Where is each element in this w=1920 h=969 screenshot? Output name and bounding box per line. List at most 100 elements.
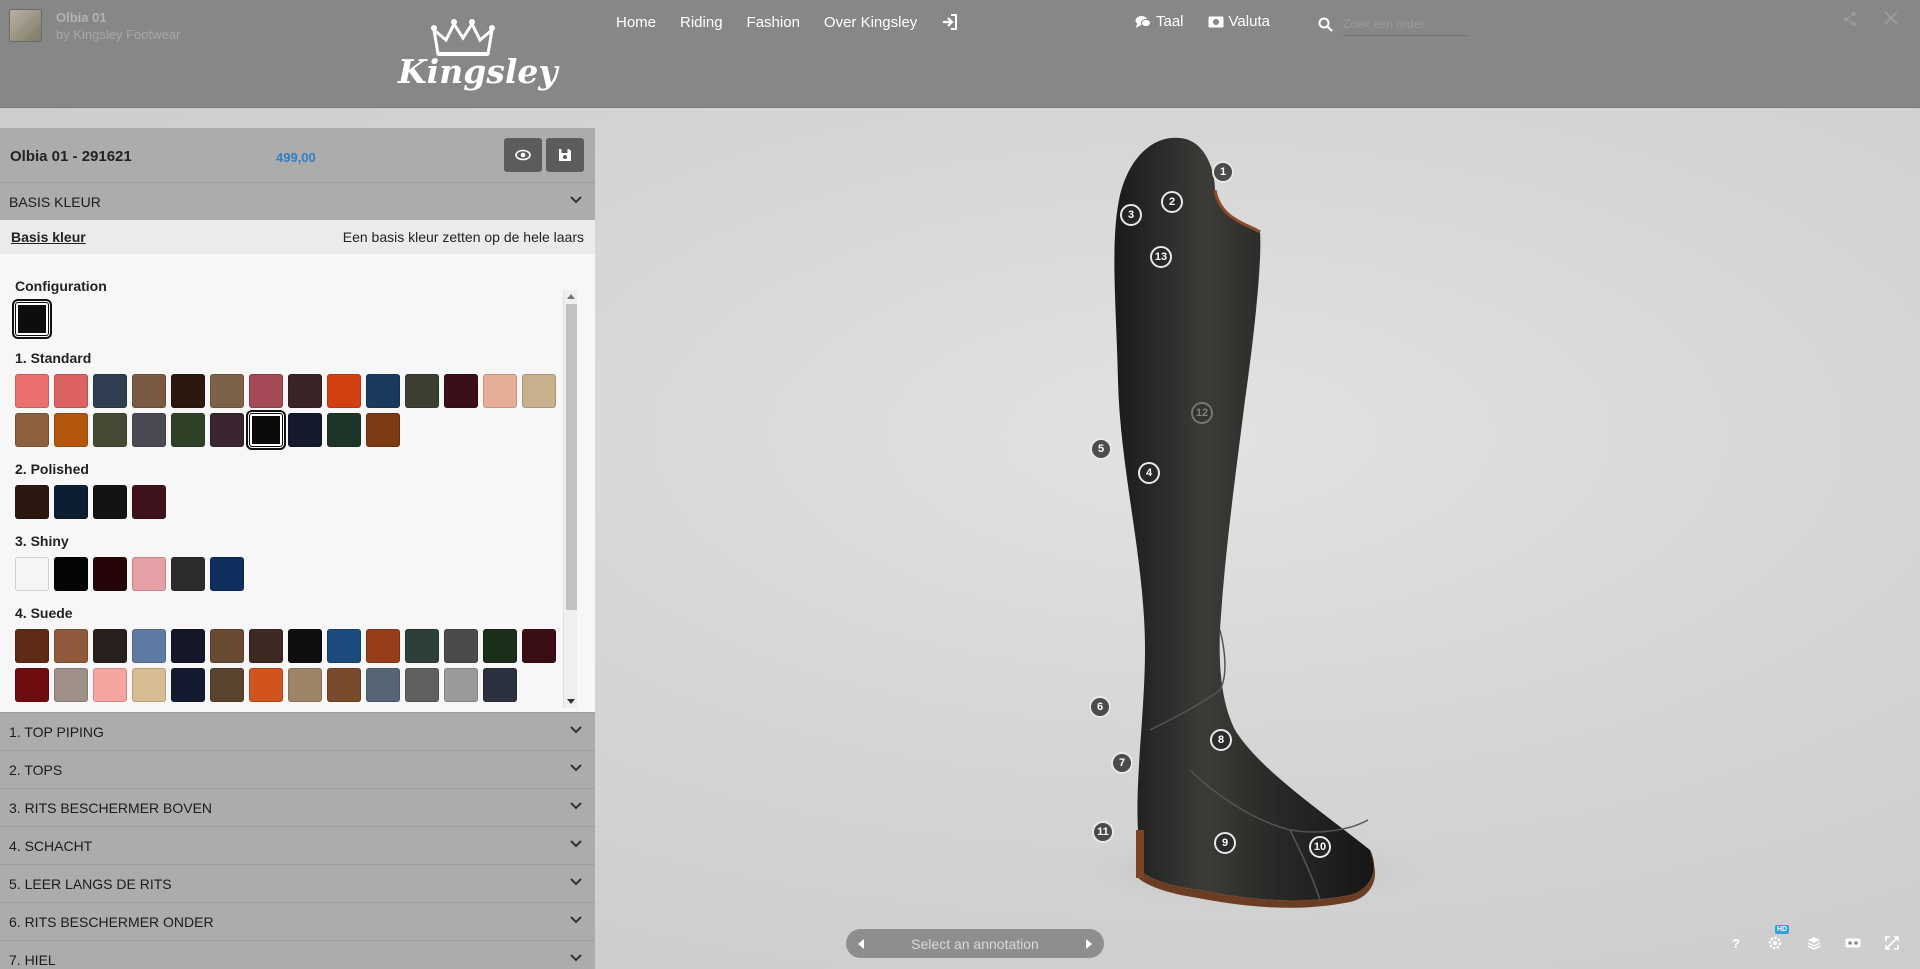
color-swatch[interactable] xyxy=(366,629,400,663)
color-swatch[interactable] xyxy=(249,374,283,408)
annotation-7[interactable]: 7 xyxy=(1111,752,1133,774)
color-swatch[interactable] xyxy=(54,557,88,591)
color-swatch[interactable] xyxy=(288,629,322,663)
annotation-6[interactable]: 6 xyxy=(1089,696,1111,718)
color-swatch[interactable] xyxy=(15,413,49,447)
close-icon[interactable] xyxy=(1882,9,1900,27)
color-swatch[interactable] xyxy=(405,629,439,663)
color-swatch[interactable] xyxy=(93,374,127,408)
color-swatch[interactable] xyxy=(210,629,244,663)
color-swatch[interactable] xyxy=(522,629,556,663)
color-swatch[interactable] xyxy=(327,629,361,663)
color-swatch[interactable] xyxy=(405,374,439,408)
section-basis-kleur[interactable]: BASIS KLEUR xyxy=(0,182,595,220)
fullscreen-icon[interactable] xyxy=(1882,933,1902,953)
annotation-10[interactable]: 10 xyxy=(1309,836,1331,858)
annotation-5[interactable]: 5 xyxy=(1090,438,1112,460)
annotation-13[interactable]: 13 xyxy=(1150,246,1172,268)
annotation-11[interactable]: 11 xyxy=(1092,821,1114,843)
annotation-8[interactable]: 8 xyxy=(1210,729,1232,751)
color-swatch[interactable] xyxy=(93,668,127,702)
color-swatch[interactable] xyxy=(405,668,439,702)
color-swatch[interactable] xyxy=(171,374,205,408)
section-header[interactable]: 5. LEER LANGS DE RITS xyxy=(0,864,595,902)
annotation-1[interactable]: 1 xyxy=(1212,161,1234,183)
annotation-3[interactable]: 3 xyxy=(1120,204,1142,226)
section-header[interactable]: 3. RITS BESCHERMER BOVEN xyxy=(0,788,595,826)
color-swatch[interactable] xyxy=(483,629,517,663)
color-swatch[interactable] xyxy=(444,668,478,702)
nav-riding[interactable]: Riding xyxy=(680,14,723,31)
color-swatch[interactable] xyxy=(93,485,127,519)
share-icon[interactable] xyxy=(1842,11,1858,27)
color-swatch[interactable] xyxy=(54,485,88,519)
scroll-thumb[interactable] xyxy=(566,304,577,610)
color-swatch[interactable] xyxy=(444,374,478,408)
annotation-2[interactable]: 2 xyxy=(1161,191,1183,213)
settings-icon[interactable]: HD xyxy=(1765,925,1790,953)
color-swatch[interactable] xyxy=(483,668,517,702)
color-swatch[interactable] xyxy=(132,557,166,591)
color-swatch[interactable] xyxy=(327,668,361,702)
boot-3d-model[interactable] xyxy=(1050,130,1430,920)
annotation-9[interactable]: 9 xyxy=(1214,832,1236,854)
color-swatch[interactable] xyxy=(210,413,244,447)
color-swatch[interactable] xyxy=(54,629,88,663)
color-swatch[interactable] xyxy=(522,374,556,408)
color-swatch[interactable] xyxy=(327,413,361,447)
color-swatch[interactable] xyxy=(288,668,322,702)
color-swatch[interactable] xyxy=(132,413,166,447)
nav-fashion[interactable]: Fashion xyxy=(747,14,800,31)
color-swatch[interactable] xyxy=(444,629,478,663)
color-swatch[interactable] xyxy=(210,374,244,408)
color-swatch[interactable] xyxy=(483,374,517,408)
color-swatch[interactable] xyxy=(366,668,400,702)
color-swatch[interactable] xyxy=(366,374,400,408)
color-swatch[interactable] xyxy=(132,629,166,663)
model-title[interactable]: Olbia 01 xyxy=(56,10,107,25)
next-annotation-button[interactable] xyxy=(1086,938,1092,949)
color-swatch[interactable] xyxy=(210,668,244,702)
color-swatch[interactable] xyxy=(15,629,49,663)
color-swatch[interactable] xyxy=(15,668,49,702)
color-swatch[interactable] xyxy=(132,668,166,702)
color-swatch[interactable] xyxy=(366,413,400,447)
subtab-basis-kleur[interactable]: Basis kleur xyxy=(11,229,86,245)
color-swatch[interactable] xyxy=(15,485,49,519)
color-swatch[interactable] xyxy=(171,413,205,447)
annotation-4[interactable]: 4 xyxy=(1138,462,1160,484)
color-swatch[interactable] xyxy=(132,374,166,408)
section-header[interactable]: 6. RITS BESCHERMER ONDER xyxy=(0,902,595,940)
color-swatch[interactable] xyxy=(15,374,49,408)
previous-annotation-button[interactable] xyxy=(858,938,864,949)
color-swatch[interactable] xyxy=(93,629,127,663)
help-button[interactable]: ? xyxy=(1726,933,1746,953)
layers-icon[interactable] xyxy=(1804,933,1824,953)
model-author[interactable]: by Kingsley Footwear xyxy=(56,27,180,42)
color-swatch[interactable] xyxy=(15,557,49,591)
color-swatch[interactable] xyxy=(132,485,166,519)
color-swatch[interactable] xyxy=(288,413,322,447)
language-button[interactable]: Taal xyxy=(1135,13,1184,30)
order-search-input[interactable] xyxy=(1343,12,1467,36)
color-swatch[interactable] xyxy=(171,629,205,663)
color-swatch[interactable] xyxy=(12,299,52,339)
kingsley-logo[interactable]: Kingsley xyxy=(398,18,558,92)
section-header[interactable]: 4. SCHACHT xyxy=(0,826,595,864)
vr-icon[interactable] xyxy=(1843,933,1863,953)
color-swatch[interactable] xyxy=(171,557,205,591)
annotation-12[interactable]: 12 xyxy=(1191,402,1213,424)
section-header[interactable]: 1. TOP PIPING xyxy=(0,712,595,750)
color-swatch[interactable] xyxy=(246,410,286,450)
color-swatch[interactable] xyxy=(54,668,88,702)
color-swatch[interactable] xyxy=(288,374,322,408)
search-icon[interactable] xyxy=(1318,17,1333,32)
color-swatch[interactable] xyxy=(210,557,244,591)
color-swatch[interactable] xyxy=(171,668,205,702)
save-button[interactable] xyxy=(546,138,584,172)
color-swatch[interactable] xyxy=(54,413,88,447)
preview-button[interactable] xyxy=(504,138,542,172)
color-swatch[interactable] xyxy=(249,668,283,702)
swatch-scrollbar[interactable] xyxy=(563,290,577,708)
model-thumbnail[interactable] xyxy=(9,9,42,42)
